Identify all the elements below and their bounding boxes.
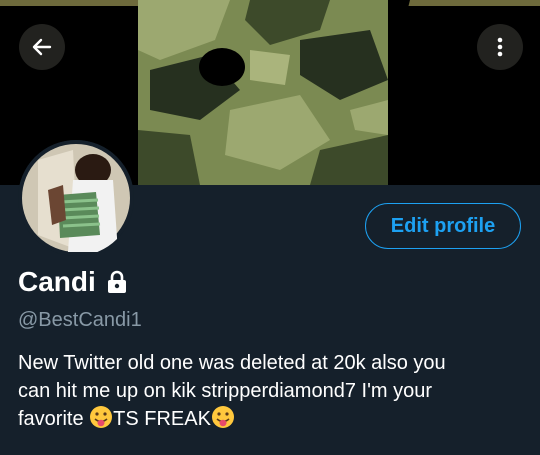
bio-line: favorite TS FREAK bbox=[18, 405, 523, 437]
bio-text: favorite bbox=[18, 408, 90, 430]
tongue-out-face-emoji bbox=[89, 405, 113, 437]
bio-line: can hit me up on kik stripperdiamond7 I'… bbox=[18, 380, 433, 402]
profile-name-row: Candi bbox=[18, 266, 128, 298]
bio-line: New Twitter old one was deleted at 20k a… bbox=[18, 352, 446, 374]
profile-photo bbox=[18, 140, 134, 256]
back-button[interactable] bbox=[19, 24, 65, 70]
arrow-left-icon bbox=[32, 38, 52, 56]
display-name: Candi bbox=[18, 266, 96, 297]
more-options-button[interactable] bbox=[477, 24, 523, 70]
avatar[interactable] bbox=[18, 140, 134, 256]
profile-bio: New Twitter old one was deleted at 20k a… bbox=[18, 349, 523, 437]
edit-profile-button[interactable]: Edit profile bbox=[365, 203, 521, 249]
bio-text: TS FREAK bbox=[113, 408, 211, 430]
lock-icon bbox=[106, 270, 128, 294]
more-vertical-icon bbox=[497, 37, 503, 57]
tongue-out-face-emoji bbox=[211, 405, 235, 437]
user-handle: @BestCandi1 bbox=[18, 309, 142, 331]
